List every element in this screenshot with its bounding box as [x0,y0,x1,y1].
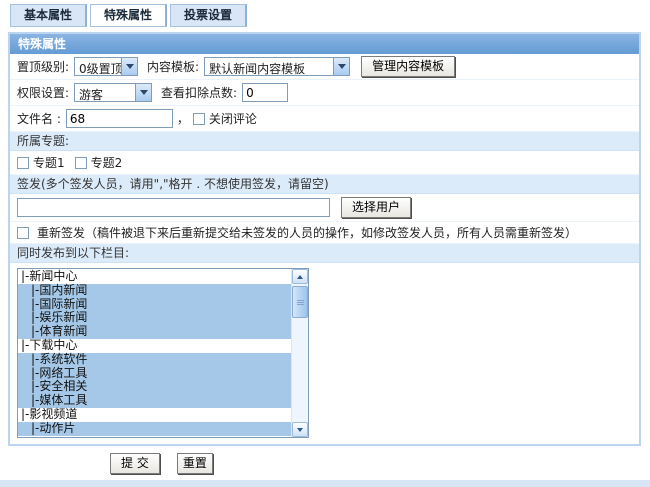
close-comments-checkbox[interactable] [193,113,205,125]
listbox-option[interactable]: |-体育新闻 [18,325,291,339]
content-template-select[interactable]: 默认新闻内容模板 [204,57,350,76]
footer-buttons: 提 交 重置 [110,453,650,474]
content-template-label: 内容模板: [147,58,199,75]
topics-row: 专题1 专题2 [10,151,639,175]
scroll-up-icon[interactable] [292,269,308,284]
resign-checkbox[interactable] [17,227,29,239]
category-listbox: |-新闻中心|-国内新闻|-国际新闻|-娱乐新闻|-体育新闻|-下载中心|-系统… [18,269,291,437]
category-list-container: |-新闻中心|-国内新闻|-国际新闻|-娱乐新闻|-体育新闻|-下载中心|-系统… [10,263,639,444]
sign-input-row: 选择用户 [10,194,639,222]
tab-special-properties[interactable]: 特殊属性 [90,4,167,27]
top-level-row: 置顶级别: 0级置顶 内容模板: 默认新闻内容模板 管理内容模板 [10,54,639,80]
deduct-points-input[interactable] [242,83,288,102]
listbox-option[interactable]: |-国内新闻 [18,284,291,298]
tab-basic-properties[interactable]: 基本属性 [10,4,87,27]
content-template-select-value: 默认新闻内容模板 [205,58,333,75]
category-listbox-frame: |-新闻中心|-国内新闻|-国际新闻|-娱乐新闻|-体育新闻|-下载中心|-系统… [17,268,309,438]
topic2-checkbox[interactable] [75,157,87,169]
top-level-select[interactable]: 0级置顶 [74,57,138,76]
scrollbar-thumb[interactable] [292,286,308,318]
listbox-option[interactable]: |-媒体工具 [18,394,291,408]
filename-input[interactable] [66,109,173,128]
publish-section-header: 同时发布到以下栏目: [10,244,639,263]
tab-vote-settings[interactable]: 投票设置 [170,4,247,27]
separator-text: ， [177,110,189,127]
bottom-strip [0,480,650,487]
topics-section-header: 所属专题: [10,132,639,151]
listbox-option[interactable]: |-影视频道 [18,408,291,422]
topic1-checkbox[interactable] [17,157,29,169]
select-user-button[interactable]: 选择用户 [341,197,411,218]
permission-row: 权限设置: 游客 查看扣除点数: [10,80,639,106]
tabbar: 基本属性 特殊属性 投票设置 [0,4,650,27]
reset-button[interactable]: 重置 [177,453,213,474]
top-level-label: 置顶级别: [17,58,69,75]
resign-row: 重新签发（稿件被退下来后重新提交给未签发的人员的操作，如修改签发人员，所有人员需… [10,222,639,244]
listbox-option[interactable]: |-新闻中心 [18,270,291,284]
close-comments-label: 关闭评论 [209,110,257,127]
topic2-label: 专题2 [91,154,123,171]
permission-label: 权限设置: [17,84,69,101]
topic1-label: 专题1 [33,154,65,171]
scroll-down-icon[interactable] [292,422,308,437]
chevron-down-icon[interactable] [333,58,349,75]
listbox-scrollbar[interactable] [291,269,308,437]
top-level-select-value: 0级置顶 [75,58,121,75]
listbox-option[interactable]: |-系统软件 [18,353,291,367]
resign-label: 重新签发（稿件被退下来后重新提交给未签发的人员的操作，如修改签发人员，所有人员需… [37,224,577,241]
permission-select-value: 游客 [75,84,135,101]
panel-title: 特殊属性 [10,34,639,54]
chevron-down-icon[interactable] [135,84,151,101]
special-properties-panel: 特殊属性 置顶级别: 0级置顶 内容模板: 默认新闻内容模板 管理内容模板 权限… [8,32,641,446]
deduct-points-label: 查看扣除点数: [161,84,237,101]
listbox-option[interactable]: |-下载中心 [18,339,291,353]
listbox-option[interactable]: |-动作片 [18,422,291,436]
sign-users-input[interactable] [17,198,330,217]
filename-row: 文件名 : ， 关闭评论 [10,106,639,132]
manage-template-button[interactable]: 管理内容模板 [361,56,455,77]
permission-select[interactable]: 游客 [74,83,152,102]
chevron-down-icon[interactable] [121,58,137,75]
sign-section-header: 签发(多个签发人员，请用","格开 . 不想使用签发，请留空) [10,175,639,194]
submit-button[interactable]: 提 交 [110,453,160,474]
listbox-option[interactable]: |-安全相关 [18,380,291,394]
filename-label: 文件名 : [17,110,61,127]
